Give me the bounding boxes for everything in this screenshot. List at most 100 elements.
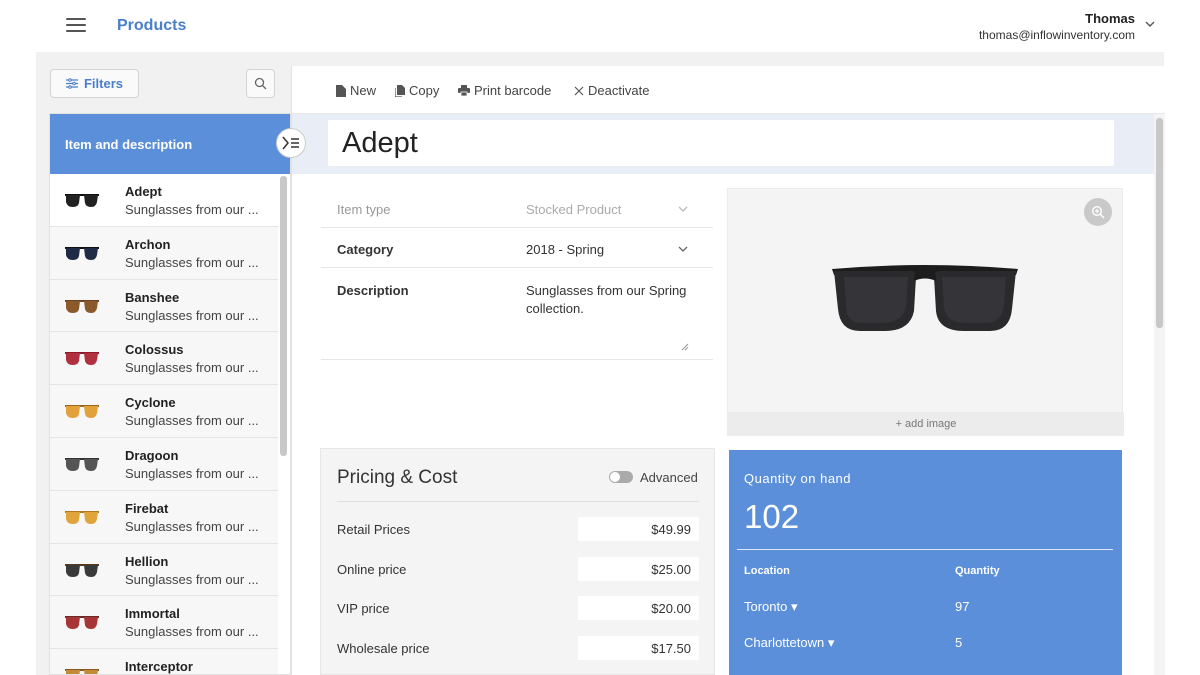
- close-icon: [574, 86, 584, 95]
- copy-button[interactable]: Copy: [395, 83, 439, 98]
- resize-handle-icon[interactable]: [681, 343, 689, 351]
- list-item-description: Sunglasses from our ...: [125, 202, 259, 217]
- copy-icon: [395, 84, 405, 97]
- price-input[interactable]: $20.00: [578, 596, 699, 620]
- location-quantity: 5: [955, 635, 963, 650]
- zoom-in-icon: [1091, 205, 1105, 219]
- sunglasses-thumbnail: [65, 352, 99, 366]
- location-dropdown[interactable]: Charlottetown ▾: [744, 635, 834, 651]
- add-image-button[interactable]: + add image: [728, 412, 1124, 436]
- price-row: Wholesale price $17.50: [337, 635, 699, 660]
- collapse-sidebar-button[interactable]: [276, 128, 306, 158]
- item-list: Adept Sunglasses from our ... Archon Sungla…: [50, 174, 278, 675]
- price-input[interactable]: $49.99: [578, 517, 699, 541]
- search-button[interactable]: [246, 69, 275, 98]
- zoom-button[interactable]: [1084, 198, 1112, 226]
- description-value: Sunglasses from our Spring collection.: [526, 283, 687, 316]
- list-item[interactable]: Colossus Sunglasses from our ...: [50, 332, 278, 386]
- new-label: New: [350, 83, 377, 98]
- divider: [737, 549, 1113, 550]
- main-scrollbar-thumb[interactable]: [1156, 118, 1163, 328]
- list-item[interactable]: Dragoon Sunglasses from our ...: [50, 437, 278, 491]
- product-image-panel: + add image: [727, 188, 1124, 436]
- filter-icon: [65, 78, 78, 89]
- user-email[interactable]: thomas@inflowinventory.com: [979, 28, 1135, 42]
- category-value: 2018 - Spring: [526, 242, 605, 257]
- list-header[interactable]: Item and description: [50, 114, 290, 174]
- list-item[interactable]: Immortal Sunglasses from our ...: [50, 596, 278, 650]
- price-label: Retail Prices: [337, 522, 410, 537]
- divider: [337, 501, 699, 502]
- list-item[interactable]: Hellion Sunglasses from our ...: [50, 543, 278, 597]
- main-panel: New Copy Print barcode Deactivate Adept …: [291, 66, 1165, 675]
- user-name[interactable]: Thomas: [1085, 11, 1135, 26]
- list-item[interactable]: Cyclone Sunglasses from our ...: [50, 385, 278, 438]
- document-icon: [336, 84, 346, 97]
- list-item-description: Sunglasses from our ...: [125, 413, 259, 429]
- location-dropdown[interactable]: Toronto ▾: [744, 599, 798, 615]
- list-scrollbar[interactable]: [280, 176, 287, 456]
- price-row: Retail Prices $49.99: [337, 517, 699, 541]
- collapse-icon: [282, 136, 299, 150]
- list-item-name: Adept: [125, 184, 162, 199]
- chevron-down-icon: [678, 246, 688, 252]
- quantity-column-header: Quantity: [955, 565, 1000, 577]
- list-item[interactable]: Firebat Sunglasses from our ...: [50, 490, 278, 544]
- product-name-input[interactable]: Adept: [328, 120, 1114, 166]
- sunglasses-thumbnail: [65, 299, 99, 313]
- sunglasses-thumbnail: [65, 563, 99, 577]
- pricing-panel: Pricing & Cost Advanced Retail Prices $49…: [320, 448, 715, 675]
- copy-label: Copy: [409, 83, 440, 98]
- deactivate-label: Deactivate: [588, 83, 650, 98]
- description-field[interactable]: Description Sunglasses from our Spring c…: [321, 268, 713, 360]
- price-label: VIP price: [337, 601, 390, 616]
- list-item-description: Sunglasses from our ...: [125, 624, 259, 640]
- list-item-name: Banshee: [125, 289, 180, 305]
- price-input[interactable]: $25.00: [578, 556, 699, 581]
- deactivate-button[interactable]: Deactivate: [574, 83, 649, 98]
- list-item-name: Colossus: [125, 342, 184, 358]
- pricing-title: Pricing & Cost: [337, 467, 458, 488]
- toolbar: New Copy Print barcode Deactivate: [292, 66, 1165, 114]
- list-item-description: Sunglasses from our ...: [125, 360, 259, 376]
- item-type-value: Stocked Product: [526, 202, 622, 217]
- item-type-field[interactable]: Item type Stocked Product: [321, 188, 713, 228]
- sunglasses-thumbnail: [65, 194, 99, 207]
- item-list-panel: Item and description Adept Sunglasses fro…: [49, 113, 291, 675]
- list-item-description: Sunglasses from our ...: [125, 307, 259, 323]
- list-item-name: Cyclone: [125, 395, 176, 411]
- chevron-down-icon[interactable]: [1144, 18, 1156, 30]
- description-label: Description: [337, 283, 409, 298]
- chevron-down-icon: [678, 206, 688, 212]
- print-barcode-label: Print barcode: [474, 83, 552, 98]
- sunglasses-thumbnail: [65, 457, 99, 471]
- category-label: Category: [337, 242, 394, 257]
- sunglasses-thumbnail: [65, 405, 99, 419]
- quantity-label: Quantity on hand: [744, 471, 852, 486]
- list-item-name: Interceptor: [125, 659, 193, 675]
- list-item-name: Immortal: [125, 606, 180, 622]
- new-button[interactable]: New: [336, 83, 376, 98]
- price-row: Online price $25.00: [337, 556, 699, 581]
- advanced-toggle[interactable]: [609, 471, 633, 483]
- list-item[interactable]: Interceptor: [50, 649, 278, 675]
- list-item[interactable]: Adept Sunglasses from our ...: [50, 174, 278, 227]
- filters-label: Filters: [83, 76, 123, 91]
- list-item[interactable]: Archon Sunglasses from our ...: [50, 226, 278, 280]
- location-column-header: Location: [744, 565, 790, 577]
- sunglasses-thumbnail: [65, 246, 99, 260]
- list-item-description: Sunglasses from our ...: [125, 254, 259, 270]
- price-label: Online price: [337, 561, 407, 577]
- main-scrollbar[interactable]: [1154, 114, 1165, 675]
- print-barcode-button[interactable]: Print barcode: [458, 83, 551, 98]
- filters-button[interactable]: Filters: [50, 69, 139, 98]
- category-field[interactable]: Category 2018 - Spring: [321, 228, 713, 268]
- price-input[interactable]: $17.50: [578, 635, 699, 660]
- printer-icon: [458, 85, 470, 96]
- page-title: Products: [117, 17, 187, 34]
- list-item[interactable]: Banshee Sunglasses from our ...: [50, 279, 278, 333]
- item-type-label: Item type: [337, 202, 391, 217]
- location-quantity: 97: [955, 599, 970, 614]
- menu-icon[interactable]: [66, 18, 86, 34]
- list-item-description: Sunglasses from our ...: [125, 571, 259, 587]
